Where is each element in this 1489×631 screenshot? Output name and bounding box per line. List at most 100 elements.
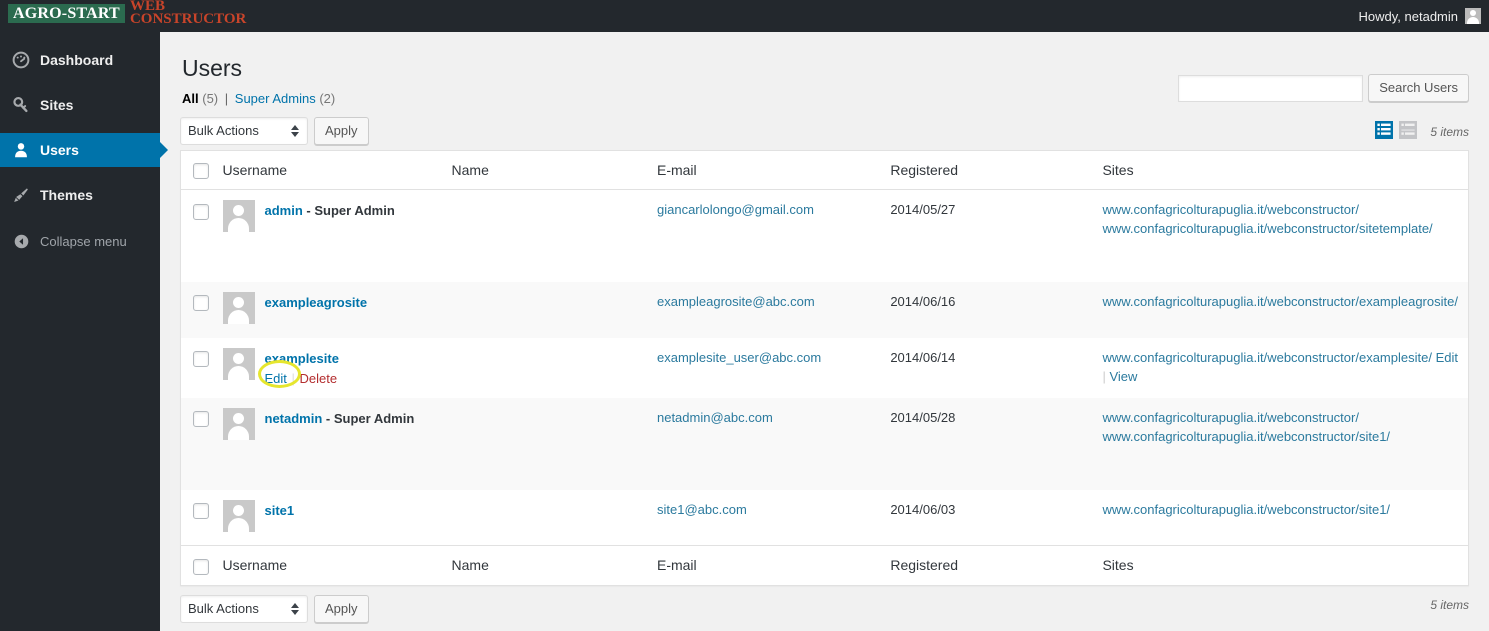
displaying-num-group-bottom: 5 items (1426, 598, 1469, 612)
main-content: Users All (5) | Super Admins (2) Search … (160, 32, 1489, 631)
column-header-username[interactable]: Username (222, 150, 452, 190)
tablenav-bottom: Bulk Actions Apply 5 items (180, 594, 1469, 624)
row-select-cell (181, 490, 223, 546)
edit-user-link[interactable]: Edit (265, 371, 287, 386)
username-link[interactable]: site1 (265, 503, 295, 518)
select-all-footer (180, 545, 223, 586)
username-link[interactable]: admin (265, 203, 303, 218)
chevron-updown-icon (290, 123, 299, 139)
site-link[interactable]: www.confagricolturapuglia.it/webconstruc… (1102, 502, 1390, 517)
list-view-icon[interactable] (1374, 120, 1394, 143)
username-link[interactable]: examplesite (265, 351, 339, 366)
users-table-foot: Username Name E-mail Registered Sites (180, 545, 1469, 586)
cell-email: examplesite_user@abc.com (657, 338, 890, 398)
paintbrush-icon (11, 185, 31, 205)
column-footer-name[interactable]: Name (451, 545, 657, 586)
site-link[interactable]: www.confagricolturapuglia.it/webconstruc… (1102, 294, 1458, 309)
site-logo[interactable]: AGRO-START WEB CONSTRUCTOR (0, 0, 246, 32)
column-footer-email[interactable]: E-mail (656, 545, 891, 586)
table-row: exampleagrosite exampleagrosite@abc.com … (180, 281, 1469, 338)
sidebar-item-dashboard[interactable]: Dashboard (0, 43, 160, 77)
table-header-row: Username Name E-mail Registered Sites (180, 150, 1469, 190)
howdy-account-menu[interactable]: Howdy, netadmin (1359, 8, 1489, 24)
chevron-updown-icon (290, 601, 299, 617)
cell-username: examplesite Edit | Delete (222, 338, 452, 398)
site-link[interactable]: www.confagricolturapuglia.it/webconstruc… (1102, 429, 1390, 444)
row-select-cell (181, 190, 223, 282)
bulk-actions-select-top[interactable]: Bulk Actions (180, 117, 308, 145)
site-edit-link[interactable]: Edit (1436, 350, 1458, 365)
sidebar-item-users[interactable]: Users (0, 133, 168, 167)
view-switch-group: 5 items (1374, 120, 1469, 143)
view-link-super-admins[interactable]: Super Admins (235, 91, 316, 106)
sidebar-item-label: Dashboard (40, 52, 114, 68)
site-view-link[interactable]: View (1109, 369, 1137, 384)
excerpt-view-icon[interactable] (1398, 120, 1418, 143)
view-count-all: (5) (202, 91, 219, 106)
table-row: admin - Super Admin giancarlolongo@gmail… (181, 190, 1469, 282)
row-select-cell (180, 281, 223, 338)
role-suffix: - Super Admin (302, 203, 395, 219)
view-link-all[interactable]: All (182, 91, 199, 106)
select-all-checkbox-top[interactable] (193, 163, 209, 180)
cell-name (452, 190, 657, 282)
column-header-name[interactable]: Name (451, 150, 657, 190)
user-icon (11, 140, 31, 160)
site-link[interactable]: www.confagricolturapuglia.it/webconstruc… (1102, 350, 1432, 365)
displaying-num-top: 5 items (1430, 124, 1469, 139)
sidebar-item-sites[interactable]: Sites (0, 88, 160, 122)
column-footer-sites: Sites (1102, 545, 1469, 586)
email-link[interactable]: site1@abc.com (657, 502, 747, 517)
admin-sidebar-menu: Dashboard Sites Users Themes Collapse me… (0, 32, 168, 631)
username-link[interactable]: netadmin (265, 411, 323, 426)
column-footer-username[interactable]: Username (222, 545, 452, 586)
site-link[interactable]: www.confagricolturapuglia.it/webconstruc… (1102, 410, 1359, 425)
sidebar-item-collapse-menu[interactable]: Collapse menu (0, 224, 160, 258)
row-actions: Edit | Delete (265, 369, 339, 388)
email-link[interactable]: netadmin@abc.com (657, 410, 773, 425)
row-checkbox[interactable] (193, 203, 209, 220)
bulk-actions-selected-value: Bulk Actions (188, 123, 259, 138)
delete-user-link[interactable]: Delete (300, 371, 338, 386)
table-row: site1 site1@abc.com 2014/06/03 www.confa… (181, 490, 1469, 546)
email-link[interactable]: exampleagrosite@abc.com (657, 294, 815, 309)
cell-name (451, 281, 657, 338)
displaying-num-bottom: 5 items (1430, 597, 1469, 612)
row-checkbox[interactable] (193, 295, 209, 312)
bulk-actions-select-bottom[interactable]: Bulk Actions (180, 594, 308, 623)
row-actions-separator: | (287, 370, 299, 386)
row-checkbox[interactable] (193, 503, 209, 520)
column-footer-registered[interactable]: Registered (890, 545, 1103, 586)
cell-username: netadmin - Super Admin (222, 397, 452, 490)
column-header-registered[interactable]: Registered (890, 150, 1103, 190)
search-input[interactable] (1178, 74, 1364, 102)
search-users-button[interactable]: Search Users (1368, 74, 1469, 102)
user-avatar-icon (1465, 8, 1481, 24)
email-link[interactable]: giancarlolongo@gmail.com (657, 202, 814, 217)
role-suffix: - Super Admin (322, 410, 415, 426)
cell-sites: www.confagricolturapuglia.it/webconstruc… (1102, 338, 1468, 398)
sidebar-item-themes[interactable]: Themes (0, 178, 160, 212)
site-link[interactable]: www.confagricolturapuglia.it/webconstruc… (1102, 221, 1432, 236)
username-link[interactable]: exampleagrosite (265, 295, 368, 310)
column-header-email[interactable]: E-mail (656, 150, 891, 190)
logo-webconstructor-text: WEB CONSTRUCTOR (130, 0, 246, 27)
email-link[interactable]: examplesite_user@abc.com (657, 350, 821, 365)
avatar (222, 200, 255, 233)
key-icon (11, 95, 31, 115)
row-checkbox[interactable] (193, 411, 209, 428)
bulk-actions-selected-value: Bulk Actions (188, 600, 259, 616)
apply-button-top[interactable]: Apply (314, 117, 369, 145)
table-row: netadmin - Super Admin netadmin@abc.com … (180, 397, 1469, 490)
column-header-sites: Sites (1102, 150, 1469, 190)
cell-name (451, 397, 657, 490)
avatar (222, 291, 255, 324)
tablenav-top: Bulk Actions Apply 5 items (180, 116, 1469, 146)
site-link[interactable]: www.confagricolturapuglia.it/webconstruc… (1102, 202, 1359, 217)
cell-registered: 2014/05/28 (890, 397, 1103, 490)
bulk-actions-group-top: Bulk Actions Apply (180, 117, 369, 145)
select-all-checkbox-bottom[interactable] (193, 558, 209, 575)
cell-email: netadmin@abc.com (656, 397, 891, 490)
apply-button-bottom[interactable]: Apply (314, 594, 369, 623)
row-checkbox[interactable] (193, 351, 209, 368)
